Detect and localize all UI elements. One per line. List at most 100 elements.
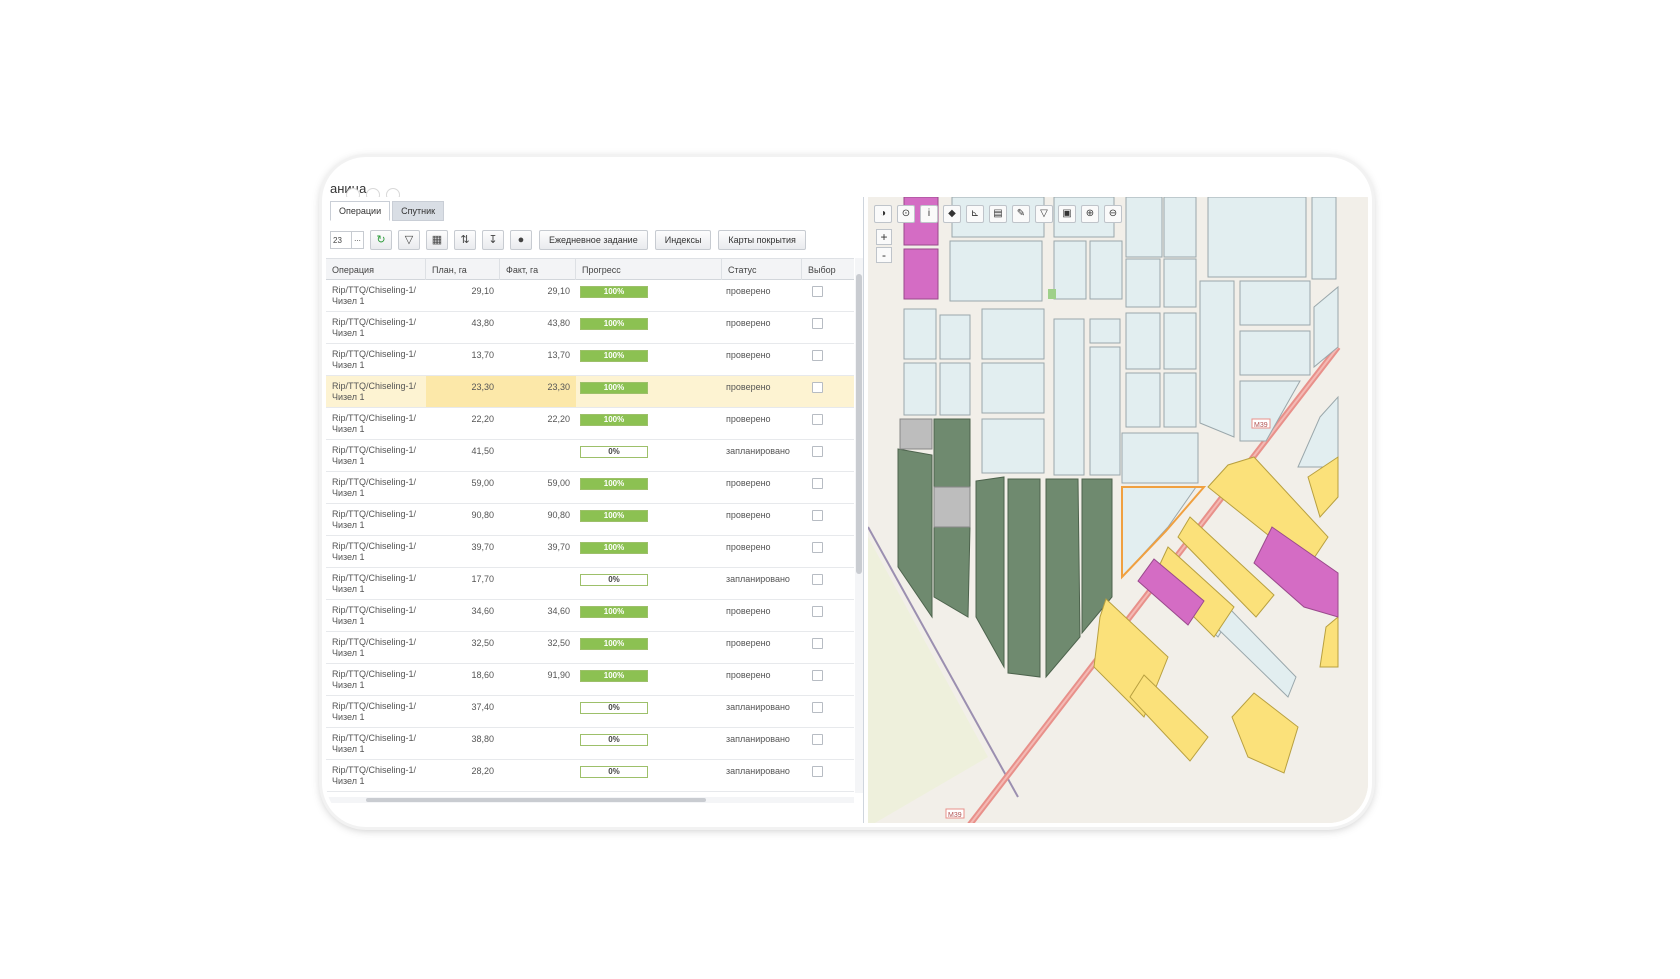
select-checkbox[interactable] xyxy=(812,478,823,489)
table-row[interactable]: Rip/TTQ/Chiseling-1/Чизел 1 34,60 34,60 100… xyxy=(326,600,854,632)
field-plot[interactable] xyxy=(1089,318,1121,344)
filter-icon[interactable]: ▽ xyxy=(1035,205,1053,223)
select-checkbox[interactable] xyxy=(812,350,823,361)
zoom-out-button[interactable]: - xyxy=(876,247,892,263)
field-plot-grey[interactable] xyxy=(933,486,971,528)
field-plot[interactable] xyxy=(1125,372,1161,428)
field-plot-done[interactable] xyxy=(1007,478,1041,678)
table-row[interactable]: Rip/TTQ/Chiseling-1/Чизел 1 22,20 22,20 100… xyxy=(326,408,854,440)
sort-button[interactable]: ⇅ xyxy=(454,230,476,250)
scrollbar-thumb[interactable] xyxy=(366,798,706,802)
header-select[interactable]: Выбор xyxy=(802,259,854,281)
tab-operations[interactable]: Операции xyxy=(330,201,391,221)
field-plot-magenta[interactable] xyxy=(903,248,939,300)
header-operation[interactable]: Операция xyxy=(326,259,426,281)
table-row[interactable]: Rip/TTQ/Chiseling-1/Чизел 1 38,80 0% заплан… xyxy=(326,728,854,760)
field-plot[interactable] xyxy=(1053,318,1085,476)
select-checkbox[interactable] xyxy=(812,766,823,777)
field-plot[interactable] xyxy=(981,362,1045,414)
ruler-icon[interactable]: ⊾ xyxy=(966,205,984,223)
target-icon[interactable]: ⊙ xyxy=(897,205,915,223)
field-plot[interactable] xyxy=(939,362,971,416)
table-row[interactable]: Rip/TTQ/Chiseling-1/Чизел 1 41,50 0% заплан… xyxy=(326,440,854,472)
field-plot-done[interactable] xyxy=(933,418,971,488)
field-plot[interactable] xyxy=(1239,330,1311,376)
table-row[interactable]: Rip/TTQ/Chiseling-1/63,100%запланировано xyxy=(326,792,854,793)
field-plot[interactable] xyxy=(1163,197,1197,258)
field-plot[interactable] xyxy=(1163,312,1197,370)
header-fact[interactable]: Факт, га xyxy=(500,259,576,281)
field-plot[interactable] xyxy=(1125,258,1161,308)
select-icon[interactable]: ▤ xyxy=(989,205,1007,223)
field-plot[interactable] xyxy=(1163,372,1197,428)
field-plot[interactable] xyxy=(1239,280,1311,326)
select-checkbox[interactable] xyxy=(812,510,823,521)
select-checkbox[interactable] xyxy=(812,670,823,681)
select-checkbox[interactable] xyxy=(812,542,823,553)
scrollbar-thumb[interactable] xyxy=(856,274,862,574)
field-plot[interactable] xyxy=(939,314,971,360)
table-row[interactable]: Rip/TTQ/Chiseling-1/Чизел 1 23,30 23,30 100… xyxy=(326,376,854,408)
table-row[interactable]: Rip/TTQ/Chiseling-1/Чизел 1 17,70 0% заплан… xyxy=(326,568,854,600)
table-row[interactable]: Rip/TTQ/Chiseling-1/Чизел 1 28,20 0% заплан… xyxy=(326,760,854,792)
field-plot[interactable] xyxy=(981,418,1045,474)
header-plan[interactable]: План, га xyxy=(426,259,500,281)
vertical-scrollbar[interactable] xyxy=(855,258,863,793)
indexes-button[interactable]: Индексы xyxy=(654,230,712,250)
select-checkbox[interactable] xyxy=(812,446,823,457)
zoom-in-icon[interactable]: ⊕ xyxy=(1081,205,1099,223)
table-row[interactable]: Rip/TTQ/Chiseling-1/Чизел 1 90,80 90,80 100… xyxy=(326,504,854,536)
table-row[interactable]: Rip/TTQ/Chiseling-1/Чизел 1 43,80 43,80 100… xyxy=(326,312,854,344)
table-row[interactable]: Rip/TTQ/Chiseling-1/Чизел 1 18,60 91,90 100… xyxy=(326,664,854,696)
filter-button[interactable]: ▽ xyxy=(398,230,420,250)
select-checkbox[interactable] xyxy=(812,606,823,617)
field-plot[interactable] xyxy=(1207,197,1307,278)
select-checkbox[interactable] xyxy=(812,574,823,585)
field-plot-grey[interactable] xyxy=(899,418,933,450)
edit-icon[interactable]: ✎ xyxy=(1012,205,1030,223)
extent-icon[interactable]: ▣ xyxy=(1058,205,1076,223)
daily-task-button[interactable]: Ежедневное задание xyxy=(539,230,648,250)
select-checkbox[interactable] xyxy=(812,414,823,425)
locate-button[interactable]: ● xyxy=(510,230,532,250)
table-row[interactable]: Rip/TTQ/Chiseling-1/Чизел 1 29,10 29,10 100… xyxy=(326,280,854,312)
header-status[interactable]: Статус xyxy=(722,259,802,281)
field-map[interactable]: M39 M39 ◑ ⊙ i ◆ ⊾ ▤ ✎ ▽ ▣ ⊕ ⊖ + - xyxy=(868,197,1368,823)
header-progress[interactable]: Прогресс xyxy=(576,259,722,281)
table-row[interactable]: Rip/TTQ/Chiseling-1/Чизел 1 37,40 0% заплан… xyxy=(326,696,854,728)
refresh-button[interactable]: ↻ xyxy=(370,230,392,250)
tab-satellite[interactable]: Спутник xyxy=(392,201,445,221)
date-picker-button[interactable]: ... xyxy=(351,232,363,248)
zoom-out-icon[interactable]: ⊖ xyxy=(1104,205,1122,223)
table-row[interactable]: Rip/TTQ/Chiseling-1/Чизел 1 32,50 32,50 100… xyxy=(326,632,854,664)
field-plot[interactable] xyxy=(1125,197,1163,258)
export-button[interactable]: ▦ xyxy=(426,230,448,250)
field-plot[interactable] xyxy=(1125,312,1161,370)
field-plot[interactable] xyxy=(981,308,1045,360)
zoom-in-button[interactable]: + xyxy=(876,229,892,245)
table-row[interactable]: Rip/TTQ/Chiseling-1/Чизел 1 39,70 39,70 100… xyxy=(326,536,854,568)
field-plot[interactable] xyxy=(1089,346,1121,476)
field-plot[interactable] xyxy=(903,362,937,416)
select-checkbox[interactable] xyxy=(812,734,823,745)
select-checkbox[interactable] xyxy=(812,382,823,393)
sort-desc-button[interactable]: ↧ xyxy=(482,230,504,250)
select-checkbox[interactable] xyxy=(812,286,823,297)
coverage-maps-button[interactable]: Карты покрытия xyxy=(718,230,806,250)
map-canvas[interactable]: M39 M39 xyxy=(868,197,1368,823)
horizontal-scrollbar[interactable] xyxy=(326,797,854,803)
field-plot[interactable] xyxy=(903,308,937,360)
swap-icon[interactable]: ◆ xyxy=(943,205,961,223)
table-row[interactable]: Rip/TTQ/Chiseling-1/Чизел 1 59,00 59,00 100… xyxy=(326,472,854,504)
select-checkbox[interactable] xyxy=(812,638,823,649)
date-field[interactable]: 23 ... xyxy=(330,231,364,249)
field-plot[interactable] xyxy=(1053,240,1087,300)
table-row[interactable]: Rip/TTQ/Chiseling-1/Чизел 1 13,70 13,70 100… xyxy=(326,344,854,376)
field-plot[interactable] xyxy=(1121,432,1199,484)
info-icon[interactable]: i xyxy=(920,205,938,223)
select-checkbox[interactable] xyxy=(812,702,823,713)
field-plot[interactable] xyxy=(1199,280,1235,438)
field-plot[interactable] xyxy=(1089,240,1123,300)
field-plot[interactable] xyxy=(949,240,1043,302)
layers-icon[interactable]: ◑ xyxy=(874,205,892,223)
